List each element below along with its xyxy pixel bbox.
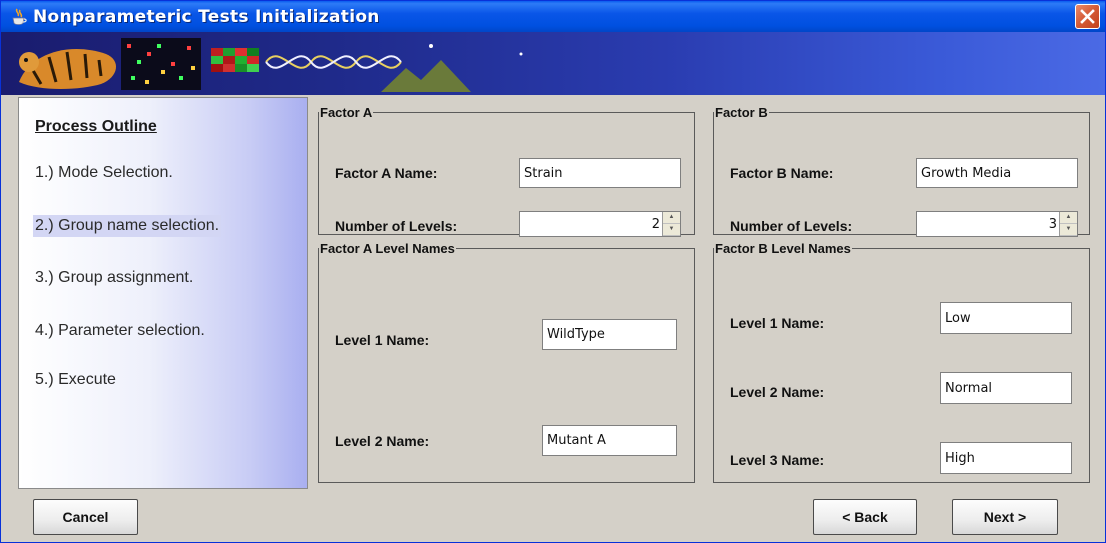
- factor-b-level-1-input[interactable]: [940, 302, 1072, 334]
- java-cup-icon: [12, 8, 27, 25]
- window-title: Nonparameteric Tests Initialization: [33, 7, 380, 27]
- factor-b-levels-label: Number of Levels:: [730, 218, 853, 234]
- factor-b-levels-spinner[interactable]: 3 ▲ ▼: [916, 211, 1078, 237]
- factor-a-level-1-input[interactable]: [542, 319, 677, 350]
- factor-a-levels-value: 2: [651, 217, 660, 232]
- outline-item-execute: 5.) Execute: [35, 371, 116, 388]
- factor-b-legend: Factor B: [714, 105, 769, 120]
- header-banner: [1, 32, 1105, 95]
- factor-a-levels-spinner[interactable]: 2 ▲ ▼: [519, 211, 681, 237]
- factor-a-group: Factor A Factor A Name: Number of Levels…: [318, 105, 695, 237]
- factor-b-name-label: Factor B Name:: [730, 165, 834, 181]
- process-outline-title: Process Outline: [35, 118, 157, 135]
- factor-b-name-input[interactable]: [916, 158, 1078, 188]
- landscape-image: [381, 44, 523, 92]
- banner-graphic: [19, 38, 523, 92]
- factor-a-levels-label: Number of Levels:: [335, 218, 458, 234]
- close-icon: [1080, 9, 1095, 24]
- heatmap-image: [211, 48, 259, 72]
- outline-item-parameter-selection: 4.) Parameter selection.: [35, 322, 205, 339]
- outline-item-group-assignment: 3.) Group assignment.: [35, 269, 194, 286]
- close-button[interactable]: [1075, 4, 1100, 29]
- microarray-image: [121, 38, 201, 90]
- spinner-up-icon[interactable]: ▲: [1060, 212, 1077, 224]
- title-bar[interactable]: Nonparameteric Tests Initialization: [1, 1, 1105, 32]
- cancel-button[interactable]: Cancel: [33, 499, 138, 535]
- factor-b-level-names-legend: Factor B Level Names: [714, 241, 852, 256]
- factor-b-level-2-input[interactable]: [940, 372, 1072, 404]
- factor-a-name-label: Factor A Name:: [335, 165, 438, 181]
- spinner-down-icon[interactable]: ▼: [663, 224, 680, 236]
- spinner-down-icon[interactable]: ▼: [1060, 224, 1077, 236]
- factor-b-level-2-label: Level 2 Name:: [730, 384, 825, 400]
- dna-helix-image: [265, 55, 402, 69]
- factor-a-level-names-legend: Factor A Level Names: [319, 241, 456, 256]
- factor-a-level-1-label: Level 1 Name:: [335, 332, 430, 348]
- factor-a-level-2-input[interactable]: [542, 425, 677, 456]
- factor-a-legend: Factor A: [319, 105, 374, 120]
- factor-b-level-names-group: Factor B Level Names Level 1 Name: Level…: [713, 241, 1090, 483]
- factor-a-level-names-group: Factor A Level Names Level 1 Name: Level…: [318, 241, 695, 483]
- next-button[interactable]: Next >: [952, 499, 1058, 535]
- spinner-up-icon[interactable]: ▲: [663, 212, 680, 224]
- factor-b-group: Factor B Factor B Name: Number of Levels…: [713, 105, 1090, 237]
- spinner-arrows: ▲ ▼: [662, 212, 680, 236]
- factor-b-level-3-input[interactable]: [940, 442, 1072, 474]
- factor-a-level-2-label: Level 2 Name:: [335, 433, 430, 449]
- outline-item-group-name-selection: 2.) Group name selection.: [33, 215, 222, 237]
- back-button[interactable]: < Back: [813, 499, 917, 535]
- outline-item-mode-selection: 1.) Mode Selection.: [35, 164, 173, 181]
- spinner-arrows: ▲ ▼: [1059, 212, 1077, 236]
- factor-b-level-1-label: Level 1 Name:: [730, 315, 825, 331]
- dialog-window: Nonparameteric Tests Initialization Proc…: [0, 0, 1106, 543]
- factor-b-level-3-label: Level 3 Name:: [730, 452, 825, 468]
- tiger-image: [19, 49, 117, 89]
- factor-a-name-input[interactable]: [519, 158, 681, 188]
- factor-b-levels-value: 3: [1048, 217, 1057, 232]
- process-outline-panel: Process Outline 1.) Mode Selection. 2.) …: [18, 97, 308, 489]
